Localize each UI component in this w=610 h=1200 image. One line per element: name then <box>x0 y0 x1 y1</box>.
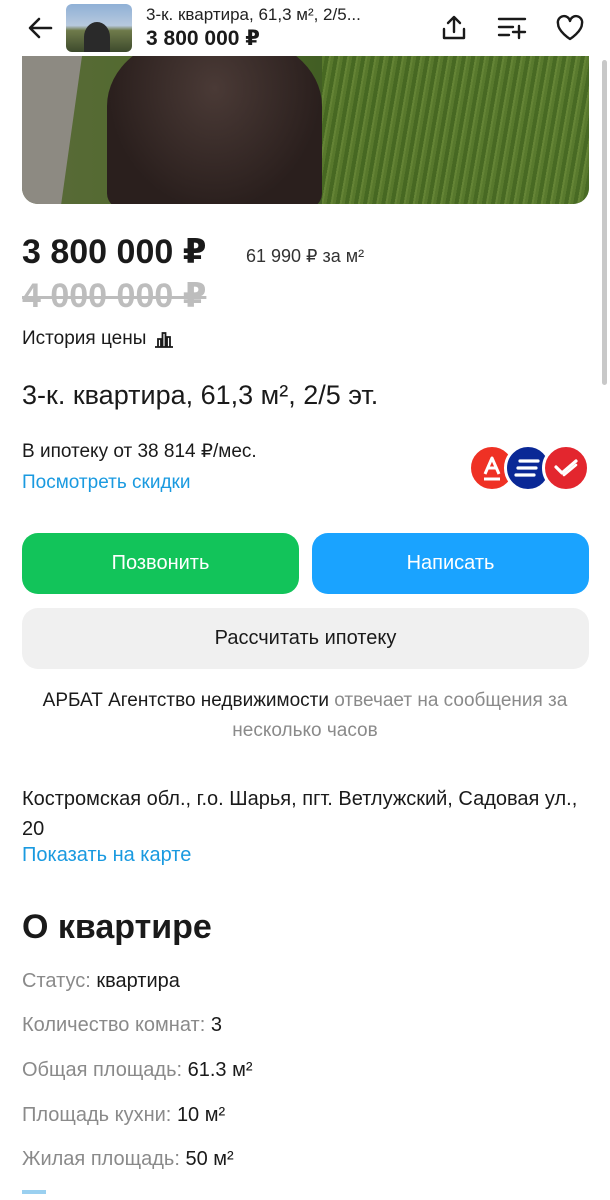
param-total-area: Общая площадь: 61.3 м² <box>22 1059 253 1082</box>
photo-grass <box>322 56 589 204</box>
discounts-link[interactable]: Посмотреть скидки <box>22 472 190 494</box>
param-key: Количество комнат: <box>22 1014 206 1036</box>
favorite-heart-icon <box>556 14 584 41</box>
price-history-link[interactable]: История цены <box>22 328 174 350</box>
header-actions <box>432 6 592 50</box>
compare-button[interactable] <box>490 6 534 50</box>
param-rooms: Количество комнат: 3 <box>22 1014 222 1037</box>
bar-chart-icon <box>155 332 174 348</box>
sovcombank-logo <box>542 444 590 492</box>
photo-object <box>107 56 322 204</box>
param-value: 61.3 м² <box>187 1059 253 1081</box>
call-button[interactable]: Позвонить <box>22 533 299 594</box>
agency-name[interactable]: АРБАТ Агентство недвижимости <box>43 690 329 711</box>
top-bar: 3-к. квартира, 61,3 м², 2/5... 3 800 000… <box>0 0 610 56</box>
param-key: Общая площадь: <box>22 1059 183 1081</box>
param-key: Жилая площадь: <box>22 1148 180 1170</box>
param-value: 50 м² <box>185 1148 234 1170</box>
param-kitchen-area: Площадь кухни: 10 м² <box>22 1104 225 1127</box>
param-status: Статус: квартира <box>22 970 180 993</box>
param-value: 3 <box>210 1014 222 1036</box>
listing-thumbnail[interactable] <box>66 4 132 52</box>
share-button[interactable] <box>432 6 476 50</box>
param-value: 10 м² <box>176 1104 226 1126</box>
listing-title: 3-к. квартира, 61,3 м², 2/5 эт. <box>22 380 379 410</box>
old-price: 4 000 000 ₽ <box>22 277 207 315</box>
write-button[interactable]: Написать <box>312 533 589 594</box>
mortgage-text: В ипотеку от 38 814 ₽/мес. <box>22 441 257 462</box>
param-living-area: Жилая площадь: 50 м² <box>22 1148 234 1171</box>
arrow-back-icon <box>28 17 53 39</box>
back-button[interactable] <box>18 6 62 50</box>
bank-logos[interactable] <box>468 444 590 492</box>
calculate-mortgage-button[interactable]: Рассчитать ипотеку <box>22 608 589 669</box>
compare-icon <box>497 17 527 40</box>
param-value: квартира <box>96 970 180 992</box>
price-per-m2: 61 990 ₽ за м² <box>246 246 365 266</box>
param-key: Статус: <box>22 970 91 992</box>
price-history-label: История цены <box>22 328 147 349</box>
scrollbar[interactable] <box>602 60 607 385</box>
about-heading: О квартире <box>22 908 212 946</box>
agency-info: АРБАТ Агентство недвижимости отвечает на… <box>40 686 570 746</box>
header-summary: 3-к. квартира, 61,3 м², 2/5... 3 800 000… <box>146 5 376 51</box>
param-key: Площадь кухни: <box>22 1104 172 1126</box>
favorite-button[interactable] <box>548 6 592 50</box>
show-on-map-link[interactable]: Показать на карте <box>22 844 191 867</box>
share-icon <box>442 15 466 40</box>
next-row-fragment <box>22 1190 46 1194</box>
price: 3 800 000 ₽ <box>22 233 207 271</box>
header-title: 3-к. квартира, 61,3 м², 2/5... <box>146 5 361 24</box>
listing-photo[interactable] <box>22 56 589 204</box>
address: Костромская обл., г.о. Шарья, пгт. Ветлу… <box>22 788 578 840</box>
header-price: 3 800 000 ₽ <box>146 27 260 50</box>
photo-pavement <box>22 56 82 204</box>
